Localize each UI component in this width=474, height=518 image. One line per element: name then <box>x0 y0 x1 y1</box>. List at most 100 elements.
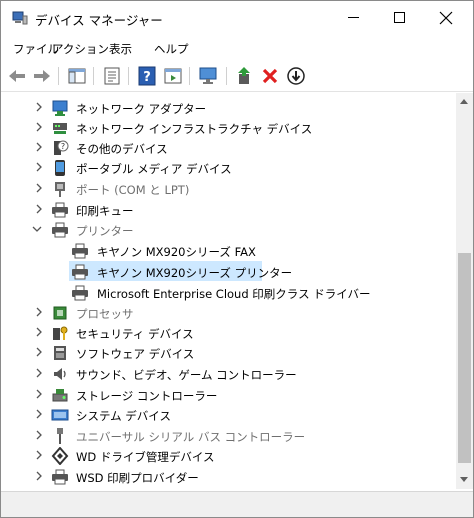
expand-chevron-icon[interactable] <box>34 347 44 357</box>
tree-node-sound-video-game[interactable]: サウンド、ビデオ、ゲーム コントローラー <box>1 364 471 384</box>
processor-icon <box>51 304 69 322</box>
node-label: キヤノン MX920シリーズ FAX <box>97 245 256 259</box>
close-button[interactable] <box>423 1 469 35</box>
expand-chevron-icon[interactable] <box>34 183 44 193</box>
node-label: その他のデバイス <box>76 142 168 156</box>
tree-node-ports[interactable]: ポート (COM と LPT) <box>1 179 471 199</box>
tree-node-printers[interactable]: プリンター <box>1 220 471 240</box>
maximize-button[interactable] <box>377 1 423 35</box>
expand-chevron-icon[interactable] <box>34 327 44 337</box>
collapse-chevron-icon[interactable] <box>32 224 42 234</box>
scrollbar-thumb[interactable] <box>458 253 471 463</box>
expand-chevron-icon[interactable] <box>34 122 44 132</box>
tree-node-usb-controllers[interactable]: ユニバーサル シリアル バス コントローラー <box>1 426 471 446</box>
expand-chevron-icon[interactable] <box>34 162 44 172</box>
unknown-device-icon: ? <box>51 139 69 157</box>
node-label: Microsoft Enterprise Cloud 印刷クラス ドライバー <box>97 287 371 301</box>
down-arrow-circle-icon <box>287 67 305 85</box>
tree-node-portable-devices[interactable]: ポータブル メディア デバイス <box>1 158 471 178</box>
expand-chevron-icon[interactable] <box>34 430 44 440</box>
scroll-down-arrow-icon[interactable] <box>460 477 468 482</box>
speaker-icon <box>51 365 69 383</box>
usb-icon <box>51 427 69 445</box>
expand-chevron-icon[interactable] <box>34 389 44 399</box>
arrow-left-icon <box>9 70 25 82</box>
toolbar-separator <box>58 67 59 85</box>
show-hide-console-tree-button[interactable] <box>67 66 87 86</box>
menu-action[interactable]: アクション <box>52 41 109 57</box>
device-tree[interactable]: ネットワーク アダプター ネットワーク インフラストラクチャ デバイス ? その… <box>1 93 473 489</box>
expand-chevron-icon[interactable] <box>34 204 44 214</box>
help-button[interactable]: ? <box>137 66 157 86</box>
scroll-up-arrow-icon[interactable] <box>460 99 468 104</box>
expand-chevron-icon[interactable] <box>34 471 44 481</box>
node-label: ネットワーク アダプター <box>76 102 207 116</box>
tree-node-canon-fax[interactable]: キヤノン MX920シリーズ FAX <box>1 241 471 261</box>
printer-icon <box>51 201 69 219</box>
properties-icon <box>104 67 120 85</box>
disable-device-button[interactable] <box>286 66 306 86</box>
tree-node-canon-printer[interactable]: キヤノン MX920シリーズ プリンター <box>1 261 471 282</box>
expand-chevron-icon[interactable] <box>34 409 44 419</box>
uninstall-device-button[interactable] <box>260 66 280 86</box>
software-device-icon <box>51 344 69 362</box>
node-label: プリンター <box>76 224 134 238</box>
node-label: ポータブル メディア デバイス <box>76 162 232 176</box>
expand-chevron-icon[interactable] <box>34 102 44 112</box>
tree-node-print-queues[interactable]: 印刷キュー <box>1 200 471 220</box>
system-device-icon <box>51 406 69 424</box>
title-bar[interactable]: デバイス マネージャー <box>1 1 473 35</box>
tree-node-other-devices[interactable]: ? その他のデバイス <box>1 138 471 158</box>
update-driver-icon <box>164 68 182 84</box>
tree-node-software-devices[interactable]: ソフトウェア デバイス <box>1 343 471 363</box>
expand-chevron-icon[interactable] <box>34 450 44 460</box>
update-driver-button[interactable] <box>163 66 183 86</box>
network-infrastructure-icon <box>51 119 69 137</box>
properties-button[interactable] <box>102 66 122 86</box>
svg-text:?: ? <box>143 70 151 85</box>
node-label: ネットワーク インフラストラクチャ デバイス <box>76 122 313 136</box>
tree-node-storage-controllers[interactable]: ストレージ コントローラー <box>1 385 471 405</box>
tree-node-wd-drive-management[interactable]: WD ドライブ管理デバイス <box>1 446 471 466</box>
tree-node-wsd-print-provider[interactable]: WSD 印刷プロバイダー <box>1 467 471 487</box>
back-button[interactable] <box>7 66 27 86</box>
tree-node-system-devices[interactable]: システム デバイス <box>1 405 471 425</box>
arrow-right-icon <box>34 70 50 82</box>
vertical-scrollbar[interactable] <box>456 93 473 489</box>
status-bar <box>1 491 473 517</box>
node-label: ユニバーサル シリアル バス コントローラー <box>76 430 306 444</box>
security-key-icon <box>51 324 69 342</box>
tree-node-processors[interactable]: プロセッサ <box>1 303 471 323</box>
expand-chevron-icon[interactable] <box>34 368 44 378</box>
toolbar: ? <box>1 61 473 92</box>
node-label: WSD 印刷プロバイダー <box>76 471 199 485</box>
expand-chevron-icon[interactable] <box>34 307 44 317</box>
scan-hardware-button[interactable] <box>198 66 218 86</box>
node-label: プロセッサ <box>76 307 134 321</box>
printer-icon <box>71 284 89 302</box>
node-label: ポート (COM と LPT) <box>76 183 190 197</box>
node-label: ストレージ コントローラー <box>76 389 218 403</box>
maximize-icon <box>394 12 405 23</box>
node-label: セキュリティ デバイス <box>76 327 194 341</box>
printer-icon <box>71 242 89 260</box>
tree-node-microsoft-cloud-driver[interactable]: Microsoft Enterprise Cloud 印刷クラス ドライバー <box>1 283 471 303</box>
scan-monitor-icon <box>199 67 217 84</box>
toolbar-separator <box>226 67 227 85</box>
node-label: 印刷キュー <box>76 204 134 218</box>
enable-device-button[interactable] <box>235 66 255 86</box>
minimize-icon <box>348 17 359 18</box>
device-manager-window: デバイス マネージャー ファイル アクション 表示 ヘルプ ? ネットワーク ア… <box>0 0 474 518</box>
menu-help[interactable]: ヘルプ <box>154 41 189 57</box>
node-label: WD ドライブ管理デバイス <box>76 450 215 464</box>
forward-button[interactable] <box>32 66 52 86</box>
minimize-button[interactable] <box>331 1 377 35</box>
printer-icon <box>51 221 69 239</box>
wd-drive-icon <box>51 447 69 465</box>
tree-node-network-adapters[interactable]: ネットワーク アダプター <box>1 98 471 118</box>
node-label: サウンド、ビデオ、ゲーム コントローラー <box>76 368 297 382</box>
menu-view[interactable]: 表示 <box>109 41 132 57</box>
tree-node-network-infrastructure[interactable]: ネットワーク インフラストラクチャ デバイス <box>1 118 471 138</box>
tree-node-security-devices[interactable]: セキュリティ デバイス <box>1 323 471 343</box>
expand-chevron-icon[interactable] <box>34 142 44 152</box>
